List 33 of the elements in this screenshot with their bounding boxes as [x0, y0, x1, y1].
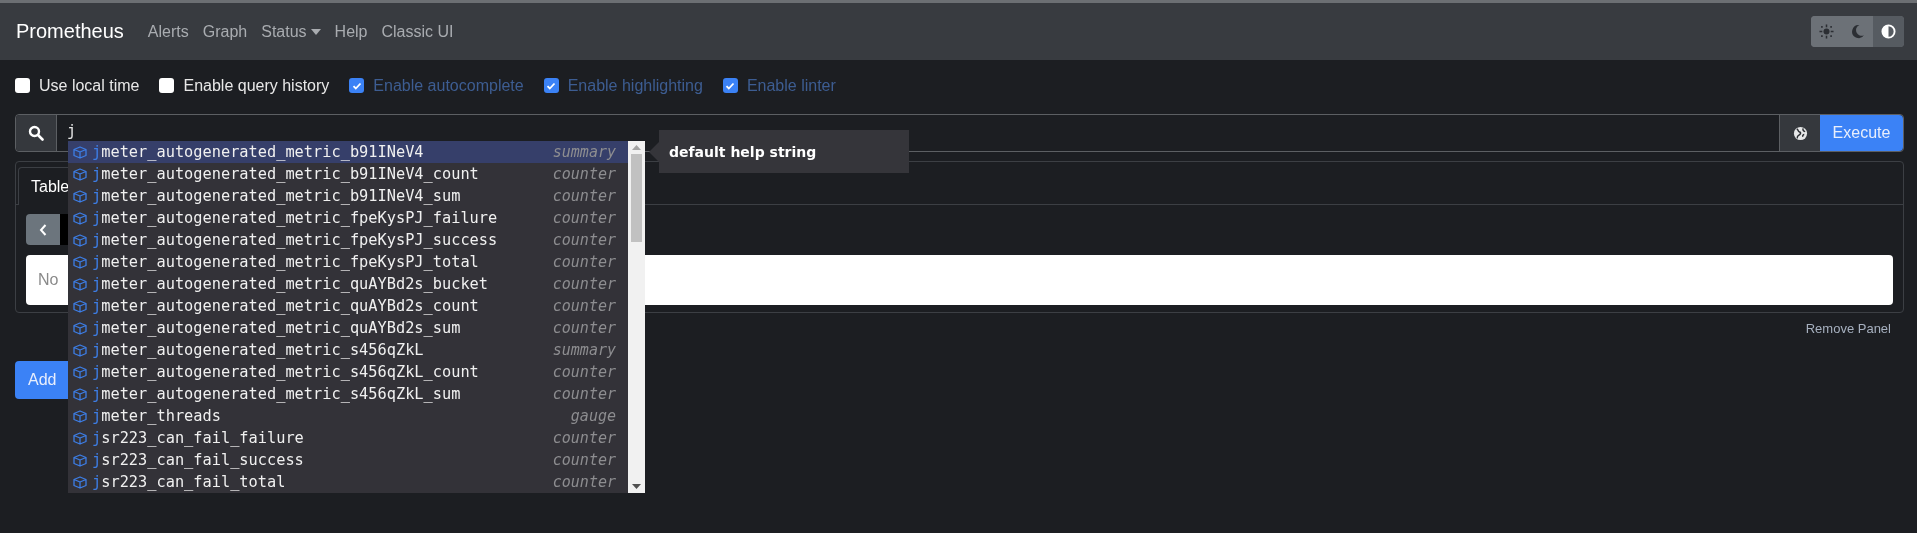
- metric-name: j meter_autogenerated_metric_b91INeV4_count: [92, 165, 479, 183]
- metric-type: gauge: [570, 407, 616, 425]
- metric-type: counter: [552, 473, 616, 491]
- metric-name: j meter_autogenerated_metric_s456qZkL: [92, 341, 424, 359]
- metric-type: counter: [552, 231, 616, 249]
- metric-name: j meter_autogenerated_metric_fpeKysPJ_success: [92, 231, 498, 249]
- metric-type: counter: [552, 385, 616, 403]
- metric-name: j meter_autogenerated_metric_quAYBd2s_sum: [92, 319, 461, 337]
- metric-type: counter: [552, 165, 616, 183]
- metric-type: counter: [552, 187, 616, 205]
- option-label: Use local time: [39, 76, 140, 95]
- metric-type: counter: [552, 253, 616, 271]
- option-label: Enable highlighting: [567, 76, 703, 95]
- metric-type: counter: [552, 451, 616, 469]
- metric-name: j meter_autogenerated_metric_b91INeV4_sum: [92, 187, 461, 205]
- metric-name: j meter_autogenerated_metric_quAYBd2s_bucket: [92, 275, 489, 293]
- metric-type: counter: [552, 209, 616, 227]
- metric-type: counter: [552, 363, 616, 381]
- metric-name: j sr223_can_fail_total: [92, 473, 286, 491]
- option-label: Enable autocomplete: [373, 76, 524, 95]
- option-label: Enable linter: [746, 76, 836, 95]
- metric-type: summary: [552, 341, 616, 359]
- metric-name: j meter_autogenerated_metric_fpeKysPJ_total: [92, 253, 479, 271]
- metric-name: j meter_threads: [92, 407, 221, 425]
- metric-name: j sr223_can_fail_success: [92, 451, 304, 469]
- metric-type: counter: [552, 319, 616, 337]
- metric-type: counter: [552, 429, 616, 447]
- metric-name: j sr223_can_fail_failure: [92, 429, 304, 447]
- metric-name: j meter_autogenerated_metric_s456qZkL_count: [92, 363, 479, 381]
- metric-type: counter: [552, 275, 616, 293]
- metric-name: j meter_autogenerated_metric_s456qZkL_sum: [92, 385, 461, 403]
- option-label: Enable query history: [183, 76, 330, 95]
- metric-name: j meter_autogenerated_metric_fpeKysPJ_failure: [92, 209, 498, 227]
